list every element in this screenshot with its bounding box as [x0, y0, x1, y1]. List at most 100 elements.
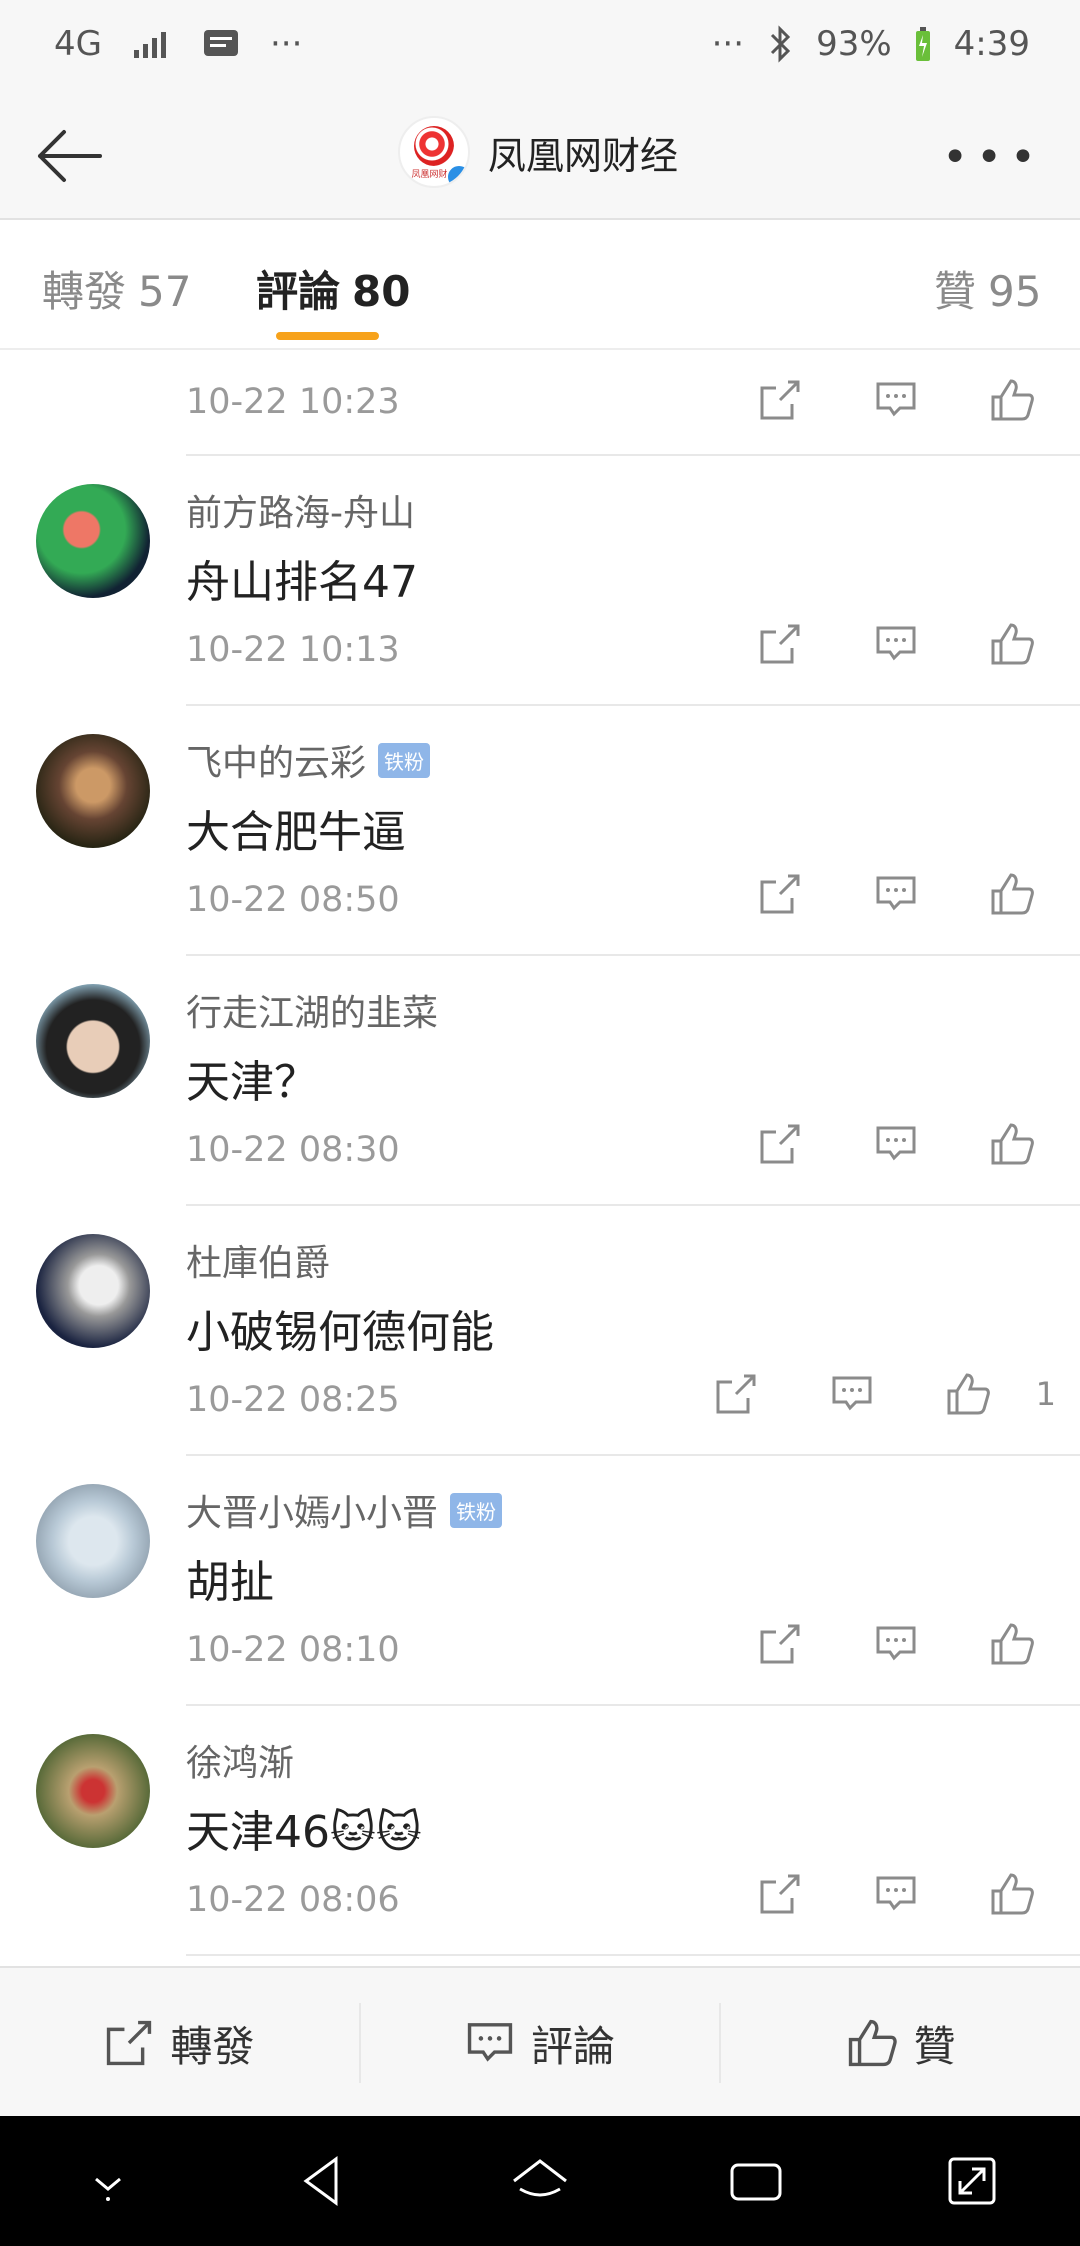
avatar[interactable]	[36, 734, 150, 848]
status-more: ···	[269, 24, 303, 64]
tab-likes[interactable]: 贊 95	[934, 258, 1041, 319]
account-name: 凤凰网财经	[488, 133, 679, 178]
repost-icon[interactable]	[708, 1366, 764, 1422]
comment-icon[interactable]	[868, 1866, 924, 1922]
like-icon[interactable]	[984, 1116, 1040, 1172]
account-avatar: 凤凰网财经 ✓	[398, 116, 470, 188]
like-icon[interactable]	[984, 372, 1040, 428]
battery-icon	[915, 27, 930, 61]
commenter-name[interactable]: 飞中的云彩	[186, 734, 366, 786]
tab-comments-label: 評論	[256, 267, 341, 316]
back-icon[interactable]	[288, 2145, 360, 2217]
avatar[interactable]	[36, 1484, 150, 1598]
repost-button[interactable]: 轉發	[0, 2003, 361, 2083]
more-icon[interactable]: •••	[942, 132, 1044, 183]
comment-icon[interactable]	[868, 616, 924, 672]
system-nav-bar	[0, 2116, 1080, 2246]
comment-text: 小破锡何德何能	[186, 1307, 494, 1358]
comment-text: 胡扯	[186, 1557, 274, 1608]
top-bar: 凤凰网财经 ✓ 凤凰网财经 •••	[0, 92, 1080, 220]
tab-repost-count: 57	[138, 267, 192, 316]
comment-text: 舟山排名47	[186, 557, 418, 608]
comment-time: 10-22 08:06	[186, 1880, 400, 1920]
comment-time: 10-22 08:10	[186, 1630, 400, 1670]
comment-text: 天津46🐱🐱	[186, 1807, 422, 1858]
repost-icon[interactable]	[752, 372, 808, 428]
comment-item: 大晋小嫣小小晋 铁粉 胡扯 10-22 08:10	[36, 1456, 1080, 1706]
commenter-name[interactable]: 杜庫伯爵	[186, 1234, 330, 1286]
signal-icon	[133, 32, 166, 58]
commenter-name[interactable]: 徐鸿渐	[186, 1734, 294, 1786]
message-icon	[203, 30, 238, 56]
comment-item: 10-22 10:23	[186, 352, 1080, 456]
comment-text: 大合肥牛逼	[186, 807, 406, 858]
tab-likes-count: 95	[988, 267, 1042, 316]
clock: 4:39	[953, 24, 1030, 64]
tab-bar: 轉發 57 評論 80 贊 95	[0, 222, 1080, 350]
comment-time: 10-22 10:23	[186, 382, 400, 422]
comment-list: 10-22 10:23 前方路海-舟山 舟山排名47 10-22 10:13 飞…	[0, 352, 1080, 1956]
tab-comments[interactable]: 評論 80	[256, 258, 410, 319]
like-label: 贊	[913, 2021, 956, 2071]
verified-icon: ✓	[446, 164, 468, 186]
like-icon[interactable]	[984, 866, 1040, 922]
home-icon[interactable]	[504, 2145, 576, 2217]
comment-item: 飞中的云彩 铁粉 大合肥牛逼 10-22 08:50	[36, 706, 1080, 956]
fan-badge: 铁粉	[378, 742, 431, 778]
comment-icon[interactable]	[868, 1116, 924, 1172]
comment-time: 10-22 08:50	[186, 880, 400, 920]
like-icon[interactable]	[984, 1866, 1040, 1922]
tab-likes-label: 贊	[934, 267, 977, 316]
comment-item: 前方路海-舟山 舟山排名47 10-22 10:13	[36, 456, 1080, 706]
avatar[interactable]	[36, 1234, 150, 1348]
like-button[interactable]: 贊	[721, 2003, 1080, 2083]
comment-icon	[467, 2023, 513, 2062]
status-more-right: ···	[711, 24, 745, 64]
expand-icon[interactable]	[936, 2145, 1008, 2217]
comment-icon[interactable]	[868, 372, 924, 428]
comment-icon[interactable]	[868, 1616, 924, 1672]
comment-icon[interactable]	[868, 866, 924, 922]
bottom-action-bar: 轉發 評論 贊	[0, 1966, 1080, 2116]
commenter-name[interactable]: 前方路海-舟山	[186, 484, 415, 536]
comment-label: 評論	[531, 2021, 616, 2071]
repost-icon[interactable]	[752, 1616, 808, 1672]
fan-badge: 铁粉	[450, 1492, 503, 1528]
repost-icon[interactable]	[752, 616, 808, 672]
tab-repost-label: 轉發	[42, 267, 127, 316]
comment-time: 10-22 10:13	[186, 630, 400, 670]
comment-text: 天津？	[186, 1057, 318, 1108]
comment-item: 行走江湖的韭菜 天津？ 10-22 08:30	[36, 956, 1080, 1206]
avatar[interactable]	[36, 984, 150, 1098]
like-icon[interactable]	[940, 1366, 996, 1422]
repost-icon[interactable]	[752, 1116, 808, 1172]
status-bar: 4G ··· ··· 93% 4:39	[0, 0, 1080, 92]
active-tab-indicator	[276, 332, 379, 340]
repost-icon[interactable]	[752, 866, 808, 922]
bluetooth-icon	[771, 25, 791, 63]
comment-time: 10-22 08:30	[186, 1130, 400, 1170]
avatar[interactable]	[36, 1734, 150, 1848]
comment-button[interactable]: 評論	[361, 2003, 722, 2083]
like-icon[interactable]	[984, 1616, 1040, 1672]
tab-repost[interactable]: 轉發 57	[42, 258, 191, 319]
commenter-name[interactable]: 行走江湖的韭菜	[186, 984, 438, 1036]
repost-label: 轉發	[170, 2021, 255, 2071]
repost-icon[interactable]	[752, 1866, 808, 1922]
comment-item: 徐鸿渐 天津46🐱🐱 10-22 08:06	[36, 1706, 1080, 1956]
back-arrow-icon[interactable]	[30, 118, 106, 194]
comment-time: 10-22 08:25	[186, 1380, 400, 1420]
like-icon[interactable]	[984, 616, 1040, 672]
network-type: 4G	[54, 24, 102, 64]
like-count: 1	[1035, 1375, 1056, 1413]
commenter-name[interactable]: 大晋小嫣小小晋	[186, 1484, 438, 1536]
tab-comments-count: 80	[352, 267, 411, 316]
phoenix-logo-icon	[414, 126, 454, 166]
comment-item: 杜庫伯爵 小破锡何德何能 10-22 08:25 1	[36, 1206, 1080, 1456]
battery-percent: 93%	[816, 24, 892, 64]
account-header[interactable]: 凤凰网财经 ✓ 凤凰网财经	[398, 116, 678, 188]
chevron-down-icon[interactable]	[72, 2145, 144, 2217]
recent-apps-icon[interactable]	[720, 2145, 792, 2217]
comment-icon[interactable]	[824, 1366, 880, 1422]
avatar[interactable]	[36, 484, 150, 598]
